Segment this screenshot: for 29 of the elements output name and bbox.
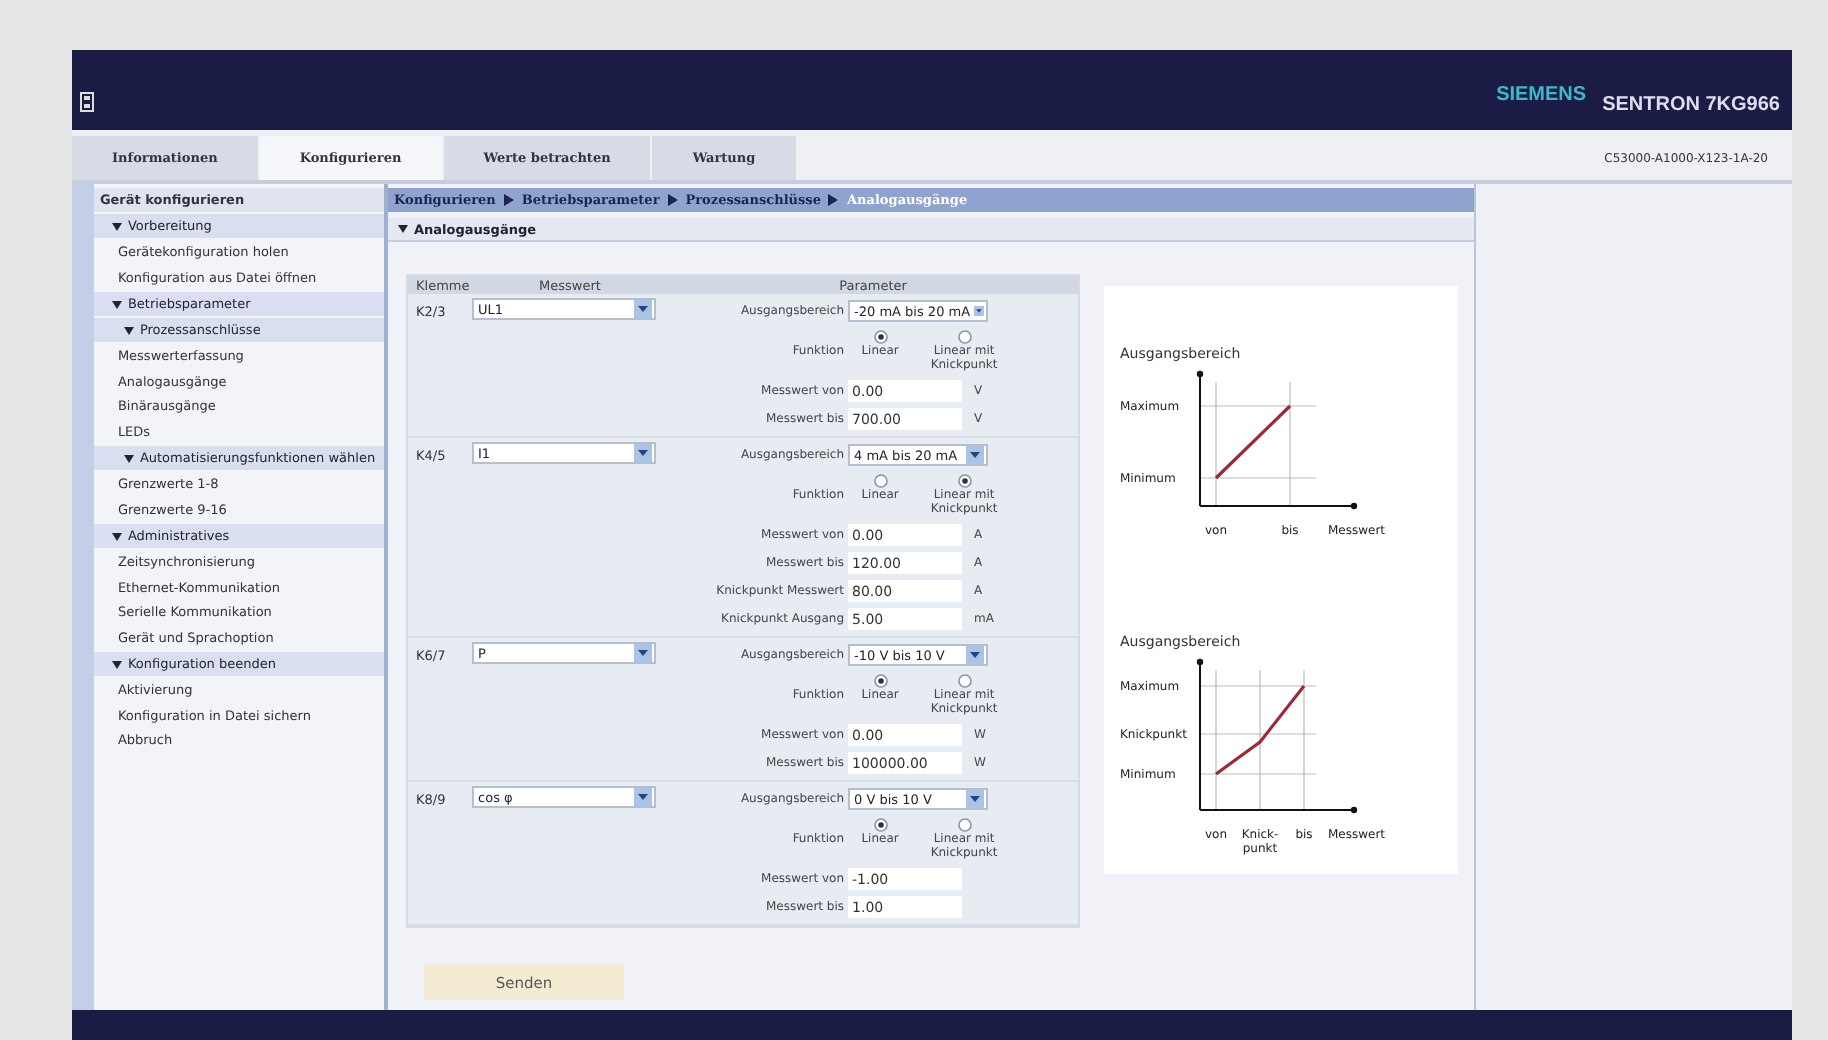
- triangle-icon: [111, 659, 122, 669]
- radio-button[interactable]: [957, 674, 972, 688]
- radio-button[interactable]: [957, 330, 972, 344]
- dropdown-icon: [634, 644, 653, 662]
- triangle-icon: [398, 224, 409, 234]
- triangle-icon: [111, 299, 122, 309]
- dropdown-icon: [966, 446, 985, 464]
- triangle-icon: [111, 531, 122, 541]
- radio-button[interactable]: [957, 818, 972, 832]
- arrow-icon: [667, 194, 678, 206]
- dropdown-icon: [966, 790, 985, 808]
- arrow-icon: [503, 194, 514, 206]
- radio-button[interactable]: [873, 474, 888, 488]
- radio-button[interactable]: [873, 330, 888, 344]
- triangle-icon: [111, 221, 122, 231]
- product-name: SENTRON 7KG966: [1602, 94, 1780, 116]
- radio-button[interactable]: [873, 674, 888, 688]
- dropdown-icon: [634, 444, 653, 462]
- brand-logo: SIEMENS: [1496, 84, 1587, 106]
- dropdown-icon: [974, 302, 985, 320]
- radio-button[interactable]: [957, 474, 972, 488]
- dropdown-icon: [966, 646, 985, 664]
- arrow-icon: [828, 194, 839, 206]
- dropdown-icon: [634, 788, 653, 806]
- radio-button[interactable]: [873, 818, 888, 832]
- triangle-icon: [123, 325, 134, 335]
- device-icon: [80, 92, 94, 112]
- dropdown-icon: [634, 300, 653, 318]
- triangle-icon: [123, 453, 134, 463]
